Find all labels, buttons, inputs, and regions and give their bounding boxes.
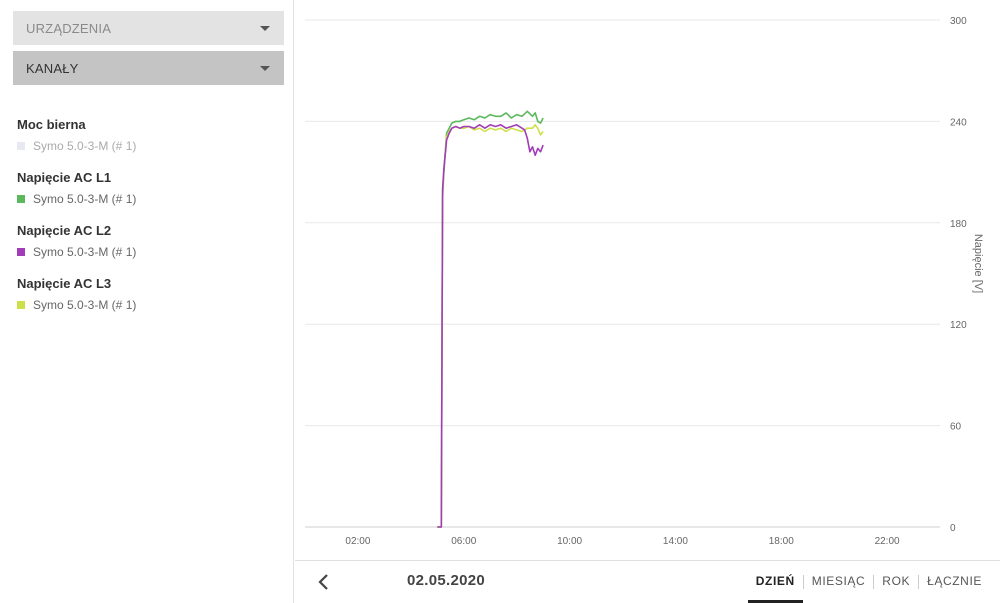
legend-title: Napięcie AC L3 [17,276,112,291]
x-tick-label: 18:00 [769,536,794,547]
devices-dropdown[interactable]: URZĄDZENIA [13,11,284,45]
legend-entry-label: Symo 5.0-3-M (# 1) [33,139,137,153]
legend-group-napiecie-l3: Napięcie AC L3 Symo 5.0-3-M (# 1) [17,275,277,318]
previous-period-button[interactable] [313,571,333,593]
channel-legend: Moc bierna Symo 5.0-3-M (# 1) Napięcie A… [17,116,277,328]
y-axis-label: Napięcie [V] [972,234,984,293]
y-tick-label: 120 [950,320,967,331]
y-tick-label: 300 [950,16,967,27]
channels-dropdown[interactable]: KANAŁY [13,51,284,85]
legend-entry[interactable]: Symo 5.0-3-M (# 1) [17,239,277,265]
legend-swatch [17,301,25,309]
legend-entry[interactable]: Symo 5.0-3-M (# 1) [17,133,277,159]
legend-entry-label: Symo 5.0-3-M (# 1) [33,298,137,312]
y-tick-label: 180 [950,219,967,230]
legend-entry-label: Symo 5.0-3-M (# 1) [33,192,137,206]
legend-group-moc-bierna: Moc bierna Symo 5.0-3-M (# 1) [17,116,277,159]
caret-down-icon [260,65,270,71]
voltage-chart-svg: 0 60 120 180 240 300 02:00 06:00 10:00 14:00 18:00… [305,16,984,547]
series-line-1 [437,110,544,528]
period-footer: 02.05.2020 DZIEŃ MIESIĄC ROK ŁĄCZNIE [295,560,1000,603]
legend-group-napiecie-l1: Napięcie AC L1 Symo 5.0-3-M (# 1) [17,169,277,212]
y-tick-label: 240 [950,117,967,128]
x-tick-label: 02:00 [345,536,370,547]
legend-swatch [17,248,25,256]
legend-title: Napięcie AC L2 [17,223,112,238]
legend-entry[interactable]: Symo 5.0-3-M (# 1) [17,292,277,318]
legend-title: Moc bierna [17,117,86,132]
y-tick-label: 0 [950,523,956,534]
current-date: 02.05.2020 [407,572,486,589]
legend-entry-label: Symo 5.0-3-M (# 1) [33,245,137,259]
x-tick-label: 10:00 [557,536,582,547]
legend-group-napiecie-l2: Napięcie AC L2 Symo 5.0-3-M (# 1) [17,222,277,265]
x-tick-label: 22:00 [875,536,900,547]
legend-entry[interactable]: Symo 5.0-3-M (# 1) [17,186,277,212]
channels-dropdown-label: KANAŁY [26,60,79,76]
y-tick-label: 60 [950,422,962,433]
legend-title: Napięcie AC L1 [17,170,112,185]
devices-dropdown-label: URZĄDZENIA [26,20,112,36]
x-tick-label: 14:00 [663,536,688,547]
tab-total[interactable]: ŁĄCZNIE [919,561,990,603]
tab-year[interactable]: ROK [874,561,918,603]
sidebar: URZĄDZENIA KANAŁY Moc bierna Symo 5.0-3-… [0,0,294,603]
tab-month[interactable]: MIESIĄC [804,561,874,603]
x-tick-label: 06:00 [451,536,476,547]
series-line-2 [437,124,544,528]
tab-day[interactable]: DZIEŃ [747,561,803,603]
legend-swatch [17,195,25,203]
series-line-3 [437,124,544,528]
voltage-chart: 0 60 120 180 240 300 02:00 06:00 10:00 14:00 18:00… [295,0,1000,560]
chevron-left-icon [318,574,328,590]
caret-down-icon [260,25,270,31]
legend-swatch [17,142,25,150]
period-tabs: DZIEŃ MIESIĄC ROK ŁĄCZNIE [747,561,990,603]
